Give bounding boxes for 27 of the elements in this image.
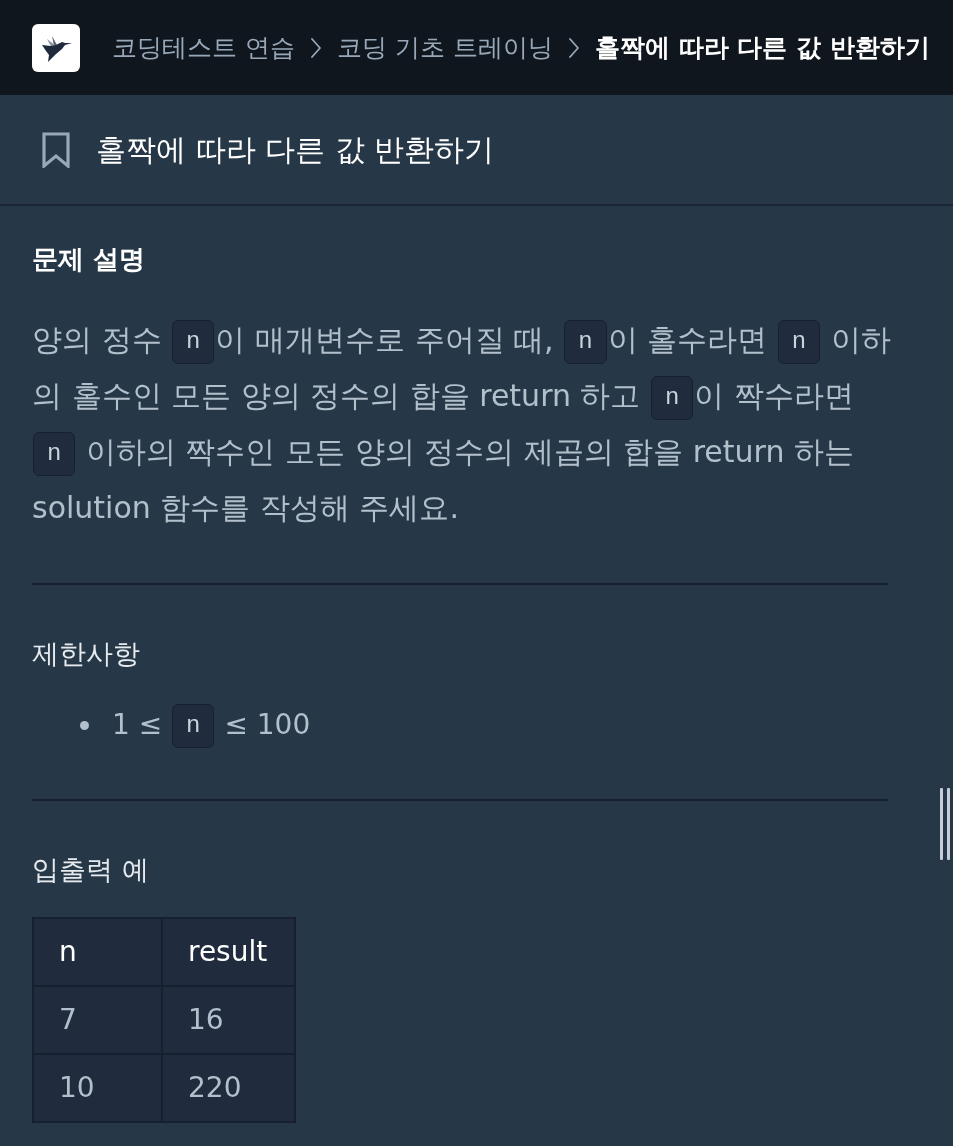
inline-code: n — [172, 319, 215, 364]
section-heading: 입출력 예 — [32, 853, 150, 887]
table-header-cell: n — [33, 918, 162, 986]
chevron-right-icon — [568, 37, 579, 58]
section-heading: 제한사항 — [32, 637, 141, 671]
section-heading: 문제 설명 — [32, 243, 147, 276]
bullet-icon — [80, 720, 89, 730]
table-cell: 220 — [162, 1054, 295, 1122]
table-header-cell: result — [162, 918, 295, 986]
table-cell: 10 — [33, 1054, 162, 1122]
inline-code: n — [564, 319, 607, 364]
resize-handle-icon[interactable] — [940, 788, 950, 860]
breadcrumb-link[interactable]: 코딩테스트 연습 — [112, 30, 295, 65]
constraint-text: 1 ≤ n ≤ 100 — [112, 697, 311, 753]
hummingbird-logo-icon[interactable] — [32, 23, 80, 72]
problem-description: 양의 정수 n 이 매개변수로 주어질 때, n 이 홀수라면 n 이하의 홀수인 모든 양의 정수의 합을 return 하고 n 이 짝수라면 n 이하의 짝수인 모든 양의 정수의 제곱의 합을 return 하는 solution 함수를 작성해 주세요. — [32, 312, 898, 536]
breadcrumb-link[interactable]: 코딩 기초 트레이닝 — [336, 30, 553, 65]
inline-code: n — [651, 375, 694, 420]
breadcrumb-link[interactable]: 홀짝에 따라 다른 값 반환하기 — [594, 30, 930, 65]
bookmark-icon[interactable] — [42, 131, 70, 168]
table-cell: 7 — [33, 986, 162, 1054]
inline-code: n — [777, 319, 821, 364]
inline-code: n — [33, 431, 76, 476]
chevron-right-icon — [310, 37, 321, 58]
inline-code: n — [172, 704, 215, 748]
table-cell: 16 — [162, 986, 295, 1054]
problem-title: 홀짝에 따라 다른 값 반환하기 — [96, 130, 495, 169]
